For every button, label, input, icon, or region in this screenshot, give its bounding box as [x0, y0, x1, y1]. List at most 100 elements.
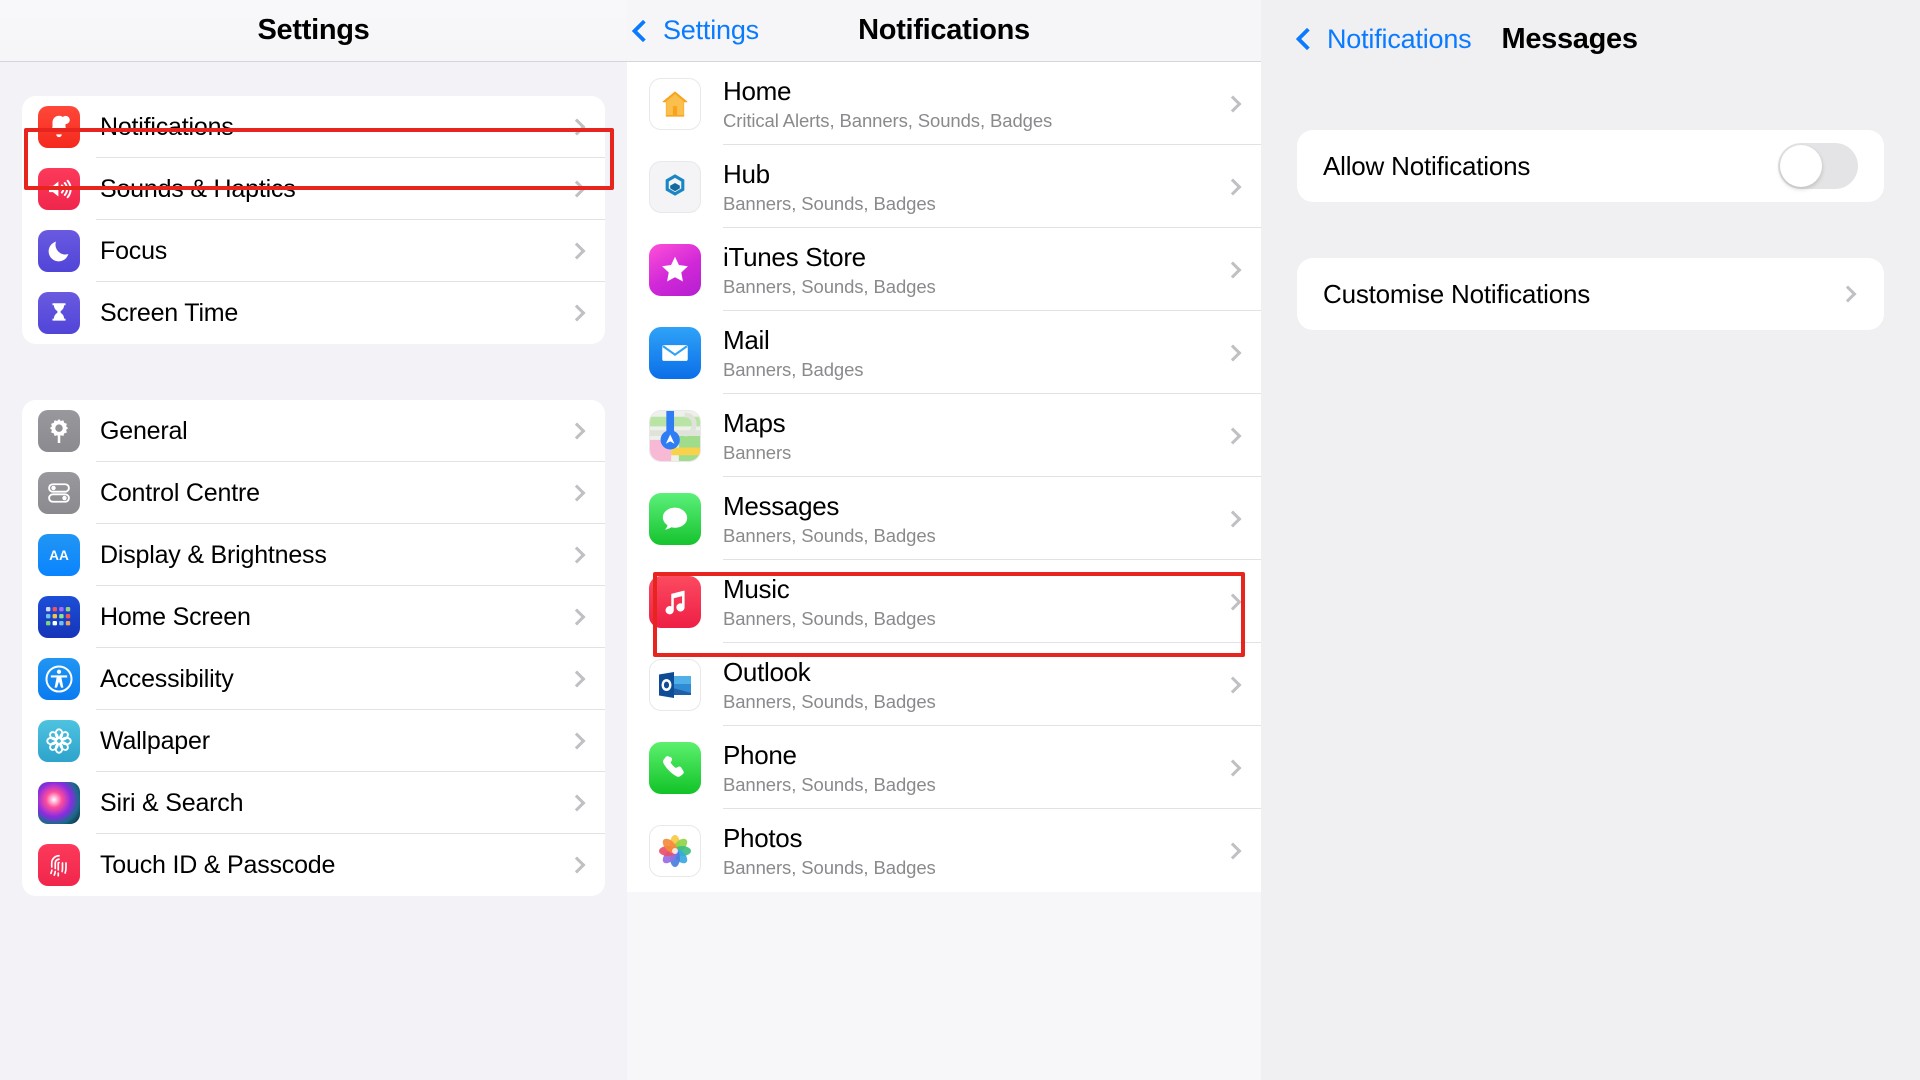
toggle-knob — [1780, 145, 1822, 187]
sidebar-item-label: Siri & Search — [100, 788, 244, 817]
app-row-hub[interactable]: Hub Banners, Sounds, Badges — [627, 145, 1261, 228]
sidebar-item-screen-time[interactable]: Screen Time — [22, 282, 605, 344]
chevron-right-icon — [1224, 344, 1242, 361]
customise-notifications-label: Customise Notifications — [1323, 278, 1591, 309]
chevron-right-icon — [568, 856, 586, 874]
chevron-right-icon — [1224, 842, 1242, 859]
sidebar-item-label: Sounds & Haptics — [100, 174, 296, 203]
house-icon — [649, 77, 701, 130]
chevron-right-icon — [1224, 95, 1242, 112]
app-list-group: Home Critical Alerts, Banners, Sounds, B… — [627, 62, 1261, 892]
app-detail: Banners — [723, 441, 792, 463]
customise-notifications-row[interactable]: Customise Notifications — [1297, 258, 1884, 330]
sidebar-item-accessibility[interactable]: Accessibility — [22, 648, 605, 710]
app-detail: Banners, Sounds, Badges — [723, 607, 936, 629]
sidebar-item-notifications[interactable]: Notifications — [22, 96, 605, 158]
chevron-right-icon — [568, 484, 586, 502]
sidebar-item-touch-id-passcode[interactable]: Touch ID & Passcode — [22, 834, 605, 896]
sidebar-item-display-brightness[interactable]: AA Display & Brightness — [22, 524, 605, 586]
app-name: Hub — [723, 158, 770, 189]
app-detail: Banners, Sounds, Badges — [723, 773, 936, 795]
accessibility-icon — [38, 658, 80, 700]
back-label: Notifications — [1327, 23, 1472, 54]
chevron-right-icon — [1224, 676, 1242, 693]
app-row-maps[interactable]: Maps Banners — [627, 394, 1261, 477]
chevron-right-icon — [1839, 285, 1857, 303]
back-to-settings-button[interactable]: Settings — [627, 15, 759, 46]
chevron-right-icon — [1224, 178, 1242, 195]
aa-icon: AA — [38, 534, 80, 576]
app-row-music[interactable]: Music Banners, Sounds, Badges — [627, 560, 1261, 643]
allow-notifications-row[interactable]: Allow Notifications — [1297, 130, 1884, 202]
settings-group-2: General Control Centre AA Display & Brig… — [22, 400, 605, 896]
app-name: iTunes Store — [723, 241, 866, 272]
back-to-notifications-button[interactable]: Notifications — [1289, 23, 1472, 55]
back-label: Settings — [663, 15, 759, 45]
app-detail: Banners, Sounds, Badges — [723, 275, 936, 297]
map-icon — [649, 409, 701, 462]
outlook-icon — [649, 658, 701, 711]
chevron-right-icon — [1224, 510, 1242, 527]
sidebar-item-sounds-haptics[interactable]: Sounds & Haptics — [22, 158, 605, 220]
chevron-right-icon — [568, 608, 586, 626]
app-row-itunes-store[interactable]: iTunes Store Banners, Sounds, Badges — [627, 228, 1261, 311]
app-name: Home — [723, 75, 792, 106]
sidebar-item-label: Focus — [100, 236, 168, 265]
svg-text:AA: AA — [49, 548, 69, 563]
messages-notification-settings-panel: Notifications Messages Allow Notificatio… — [1261, 0, 1920, 1080]
app-name: Messages — [723, 490, 840, 521]
app-detail: Banners, Sounds, Badges — [723, 690, 936, 712]
sidebar-item-focus[interactable]: Focus — [22, 220, 605, 282]
app-detail: Banners, Badges — [723, 358, 864, 380]
speaker-icon — [38, 168, 80, 210]
sidebar-item-wallpaper[interactable]: Wallpaper — [22, 710, 605, 772]
sidebar-item-control-centre[interactable]: Control Centre — [22, 462, 605, 524]
customise-notifications-group: Customise Notifications — [1297, 258, 1884, 330]
chevron-left-icon — [1295, 27, 1319, 51]
app-detail: Banners, Sounds, Badges — [723, 192, 936, 214]
chevron-right-icon — [568, 422, 586, 440]
app-row-phone[interactable]: Phone Banners, Sounds, Badges — [627, 726, 1261, 809]
app-name: Maps — [723, 407, 786, 438]
app-row-home[interactable]: Home Critical Alerts, Banners, Sounds, B… — [627, 62, 1261, 145]
app-detail: Banners, Sounds, Badges — [723, 524, 936, 546]
grid-icon — [38, 596, 80, 638]
allow-notifications-toggle[interactable] — [1778, 143, 1858, 189]
allow-notifications-group: Allow Notifications — [1297, 130, 1884, 202]
sidebar-item-label: Home Screen — [100, 602, 251, 631]
sidebar-item-label: Screen Time — [100, 298, 239, 327]
notifications-panel: Settings Notifications Home Critical Ale… — [627, 0, 1261, 1080]
app-row-mail[interactable]: Mail Banners, Badges — [627, 311, 1261, 394]
app-row-outlook[interactable]: Outlook Banners, Sounds, Badges — [627, 643, 1261, 726]
phone-handset-icon — [649, 741, 701, 794]
app-row-messages[interactable]: Messages Banners, Sounds, Badges — [627, 477, 1261, 560]
allow-notifications-label: Allow Notifications — [1323, 150, 1531, 181]
settings-panel: Settings Notifications Sounds & Haptics — [0, 0, 627, 1080]
sidebar-item-label: Display & Brightness — [100, 540, 327, 569]
chevron-right-icon — [568, 670, 586, 688]
fingerprint-icon — [38, 844, 80, 886]
sidebar-item-label: Touch ID & Passcode — [100, 850, 336, 879]
app-name: Mail — [723, 324, 770, 355]
sidebar-item-label: General — [100, 416, 188, 445]
gear-icon — [38, 410, 80, 452]
notifications-app-list: Home Critical Alerts, Banners, Sounds, B… — [627, 62, 1261, 892]
app-name: Music — [723, 573, 790, 604]
chevron-right-icon — [568, 304, 586, 322]
envelope-icon — [649, 326, 701, 379]
chevron-right-icon — [568, 118, 586, 136]
star-icon — [649, 243, 701, 296]
flower-icon — [38, 720, 80, 762]
page-title: Messages — [1501, 22, 1638, 55]
chevron-right-icon — [568, 242, 586, 260]
sidebar-item-home-screen[interactable]: Home Screen — [22, 586, 605, 648]
chevron-left-icon — [631, 19, 655, 42]
sidebar-item-general[interactable]: General — [22, 400, 605, 462]
app-row-photos[interactable]: Photos Banners, Sounds, Badges — [627, 809, 1261, 892]
sidebar-item-siri-search[interactable]: Siri & Search — [22, 772, 605, 834]
app-name: Outlook — [723, 656, 811, 687]
chevron-right-icon — [1224, 261, 1242, 278]
pinwheel-icon — [649, 824, 701, 877]
settings-navbar: Settings — [0, 0, 627, 62]
sidebar-item-label: Accessibility — [100, 664, 234, 693]
